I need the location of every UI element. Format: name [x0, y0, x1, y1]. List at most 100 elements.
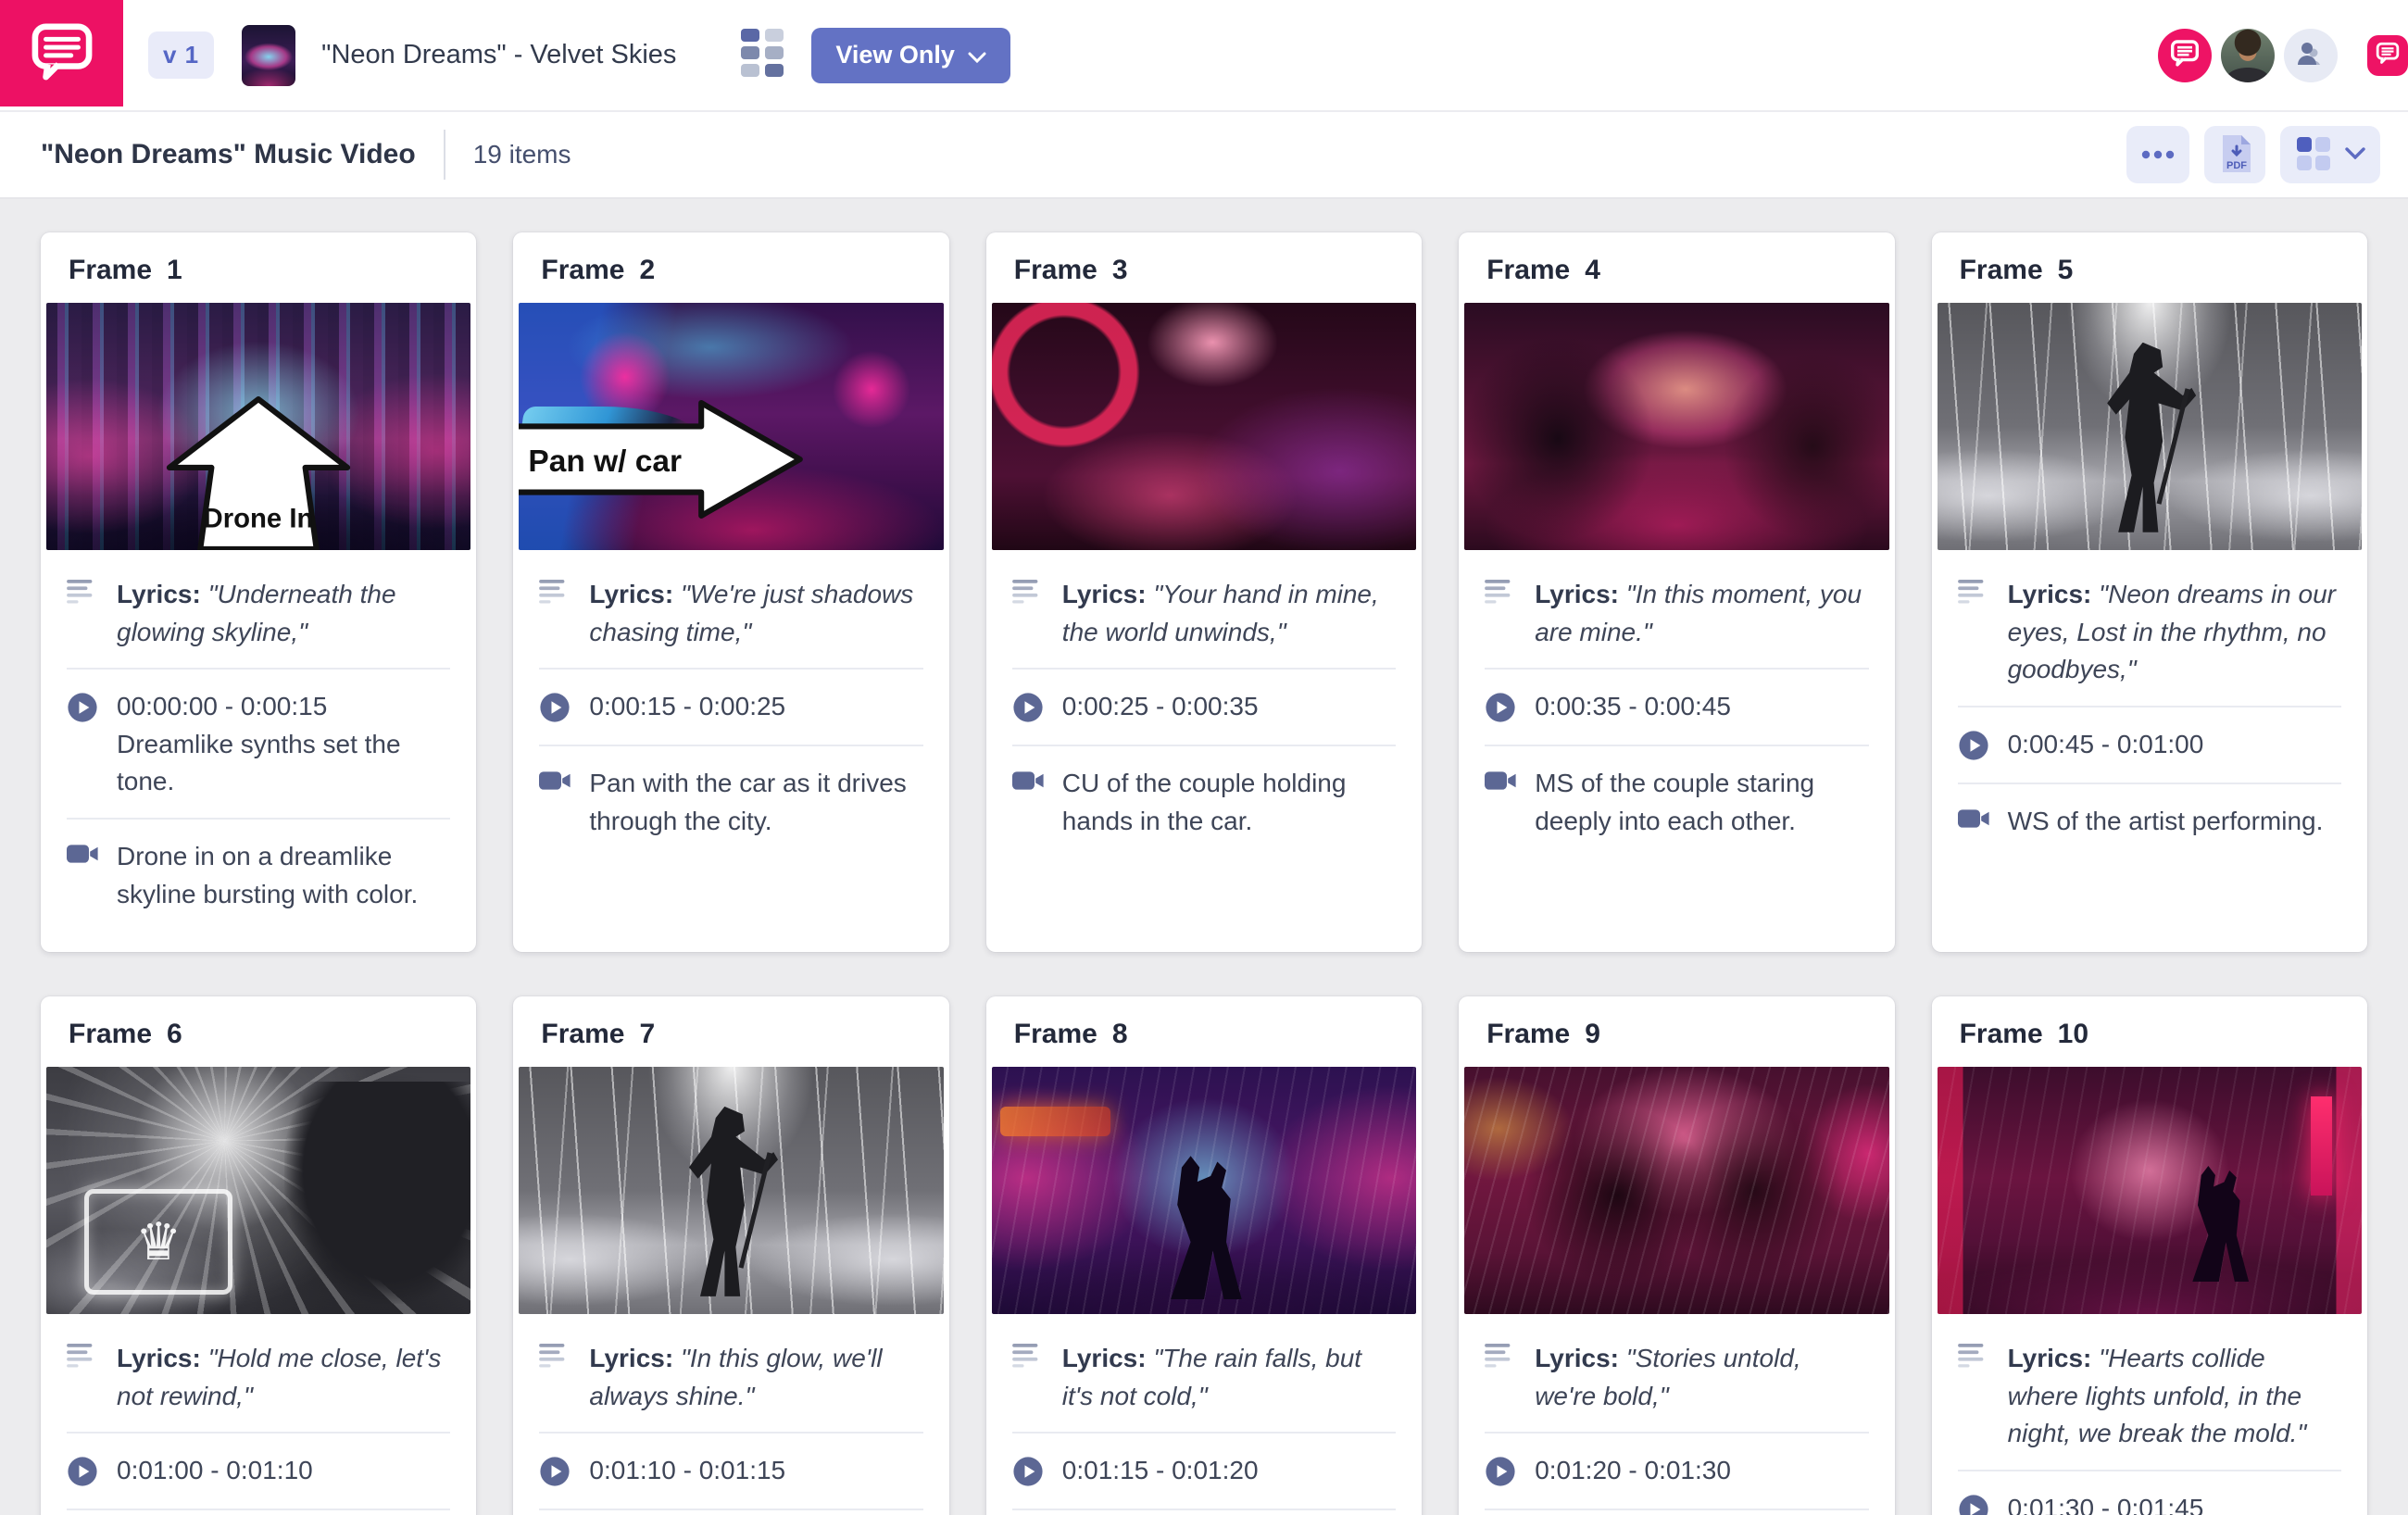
lyrics-row[interactable]: Lyrics: "Your hand in mine, the world un… [1012, 557, 1396, 668]
frames-grid: Frame 1 Drone In [41, 232, 2367, 1515]
items-count: 19 items [473, 140, 571, 169]
timing-text: 0:00:15 - 0:00:25 [589, 688, 785, 728]
frame-image[interactable] [992, 303, 1416, 550]
timing-row[interactable]: 0:01:15 - 0:01:20 [1012, 1434, 1396, 1509]
frame-notes: Lyrics: "Your hand in mine, the world un… [986, 550, 1422, 857]
lyrics-text: Lyrics: "Hold me close, let's not rewind… [117, 1340, 450, 1415]
chevron-down-icon [2345, 147, 2365, 162]
camera-move-annotation: Pan w/ car [519, 398, 805, 520]
camera-row[interactable]: CU of the couple embracing. [1485, 1510, 1868, 1515]
ellipsis-icon [2141, 148, 2175, 162]
frame-card-header: Frame 4 [1459, 232, 1894, 292]
camera-row[interactable]: FS of the artist performing. [539, 1510, 922, 1515]
frame-number: 4 [1585, 255, 1600, 286]
timing-text: 0:00:35 - 0:00:45 [1535, 688, 1731, 728]
frame-image[interactable] [1938, 1067, 2362, 1314]
camera-row[interactable]: MS of the couple staring deeply into eac… [1485, 746, 1868, 857]
project-toolbar: "Neon Dreams" Music Video 19 items PDF [0, 112, 2408, 199]
grid-view-icon [2295, 135, 2332, 175]
view-only-label: View Only [835, 41, 955, 69]
view-layout-selector[interactable] [2280, 126, 2380, 183]
camera-text: Pan with the car as it drives through th… [589, 765, 922, 840]
frame-number: 1 [167, 255, 182, 286]
play-icon [1485, 1452, 1525, 1492]
messenger-widget-button[interactable] [2367, 35, 2408, 76]
frame-card-header: Frame 8 [986, 996, 1422, 1056]
video-camera-icon [539, 765, 580, 840]
user-avatar[interactable] [2221, 29, 2275, 82]
lyrics-row[interactable]: Lyrics: "The rain falls, but it's not co… [1012, 1321, 1396, 1432]
frame-label: Frame [1486, 1019, 1570, 1050]
frame-image[interactable] [519, 1067, 943, 1314]
frame-image[interactable] [1464, 1067, 1888, 1314]
frame-card[interactable]: Frame 2 Pan w/ car [513, 232, 948, 952]
lyrics-row[interactable]: Lyrics: "Neon dreams in our eyes, Lost i… [1958, 557, 2341, 706]
frame-card-header: Frame 2 [513, 232, 948, 292]
frame-number: 7 [639, 1019, 655, 1050]
lyrics-row[interactable]: Lyrics: "Stories untold, we're bold," [1485, 1321, 1868, 1432]
text-lines-icon [1958, 576, 1999, 689]
frame-notes: Lyrics: "In this moment, you are mine." … [1459, 550, 1894, 857]
camera-row[interactable]: Pan with the car as it drives through th… [539, 746, 922, 857]
timing-row[interactable]: 0:01:00 - 0:01:10 [67, 1434, 450, 1509]
timing-row[interactable]: 0:01:30 - 0:01:45 [1958, 1471, 2341, 1515]
lyrics-row[interactable]: Lyrics: "We're just shadows chasing time… [539, 557, 922, 668]
timing-row[interactable]: 0:00:15 - 0:00:25 [539, 670, 922, 745]
timing-row[interactable]: 0:00:25 - 0:00:35 [1012, 670, 1396, 745]
collaborators-button[interactable] [2284, 29, 2338, 82]
download-pdf-button[interactable]: PDF [2204, 126, 2265, 183]
lyrics-row[interactable]: Lyrics: "Hold me close, let's not rewind… [67, 1321, 450, 1432]
camera-row[interactable]: MCU of the artist performing. [67, 1510, 450, 1515]
frame-card[interactable]: Frame 5 Lyrics: "Neon dreams in our eyes… [1932, 232, 2367, 952]
lyrics-row[interactable]: Lyrics: "Underneath the glowing skyline,… [67, 557, 450, 668]
timing-row[interactable]: 00:00:00 - 0:00:15 Dreamlike synths set … [67, 670, 450, 818]
frame-image[interactable] [1464, 303, 1888, 550]
frame-label: Frame [69, 255, 152, 286]
frame-card[interactable]: Frame 1 Drone In [41, 232, 476, 952]
storyboard-thumbnail[interactable] [242, 25, 295, 86]
timing-row[interactable]: 0:00:35 - 0:00:45 [1485, 670, 1868, 745]
frame-number: 8 [1112, 1019, 1128, 1050]
frame-card[interactable]: Frame 8 Lyrics: "The rain falls, but it'… [986, 996, 1422, 1515]
timing-row[interactable]: 0:01:10 - 0:01:15 [539, 1434, 922, 1509]
frame-card-header: Frame 7 [513, 996, 948, 1056]
timing-text: 0:00:45 - 0:01:00 [2008, 726, 2204, 766]
view-only-button[interactable]: View Only [811, 28, 1010, 83]
lyrics-row[interactable]: Lyrics: "Hearts collide where lights unf… [1958, 1321, 2341, 1470]
app-header: v 1 "Neon Dreams" - Velvet Skies View On… [0, 0, 2408, 112]
frame-image[interactable] [46, 1067, 470, 1314]
frame-image[interactable] [992, 1067, 1416, 1314]
frame-image[interactable]: Pan w/ car [519, 303, 943, 550]
frame-card[interactable]: Frame 3 Lyrics: "Your hand in mine, the … [986, 232, 1422, 952]
frame-number: 3 [1112, 255, 1128, 286]
frame-card[interactable]: Frame 9 Lyrics: "Stories untold, we're b… [1459, 996, 1894, 1515]
app-logo[interactable] [0, 0, 123, 106]
comments-button[interactable] [2158, 29, 2212, 82]
frame-number: 2 [639, 255, 655, 286]
frame-card[interactable]: Frame 6 Lyrics: "Hold me close, let's no… [41, 996, 476, 1515]
lyrics-row[interactable]: Lyrics: "In this moment, you are mine." [1485, 557, 1868, 668]
frame-image[interactable]: Drone In [46, 303, 470, 550]
frame-card[interactable]: Frame 7 Lyrics: "In this glow, we'll alw… [513, 996, 948, 1515]
timing-row[interactable]: 0:00:45 - 0:01:00 [1958, 707, 2341, 783]
lyrics-row[interactable]: Lyrics: "In this glow, we'll always shin… [539, 1321, 922, 1432]
version-badge[interactable]: v 1 [148, 31, 214, 79]
more-options-button[interactable] [2126, 126, 2189, 183]
timing-row[interactable]: 0:01:20 - 0:01:30 [1485, 1434, 1868, 1509]
frame-card[interactable]: Frame 4 Lyrics: "In this moment, you are… [1459, 232, 1894, 952]
camera-row[interactable]: Drone in on a dreamlike skyline bursting… [67, 820, 450, 930]
camera-row[interactable]: CU of the couple holding hands in the ca… [1012, 746, 1396, 857]
camera-row[interactable]: WS of the artist performing. [1958, 784, 2341, 858]
video-camera-icon [1958, 803, 1999, 841]
play-icon [1012, 688, 1053, 728]
project-title: "Neon Dreams" Music Video [41, 139, 416, 170]
play-icon [67, 1452, 107, 1492]
grid-layout-icon[interactable] [741, 29, 784, 81]
frame-card[interactable]: Frame 10 Lyrics: "Hearts collide where l… [1932, 996, 2367, 1515]
frame-image[interactable] [1938, 303, 2362, 550]
frame-label: Frame [1960, 255, 2043, 286]
speech-bubble-icon [30, 21, 94, 85]
camera-row[interactable]: WS of the couple dancing in the rain. [1012, 1510, 1396, 1515]
svg-text:Drone In: Drone In [204, 504, 314, 534]
play-icon [1958, 1490, 1999, 1515]
